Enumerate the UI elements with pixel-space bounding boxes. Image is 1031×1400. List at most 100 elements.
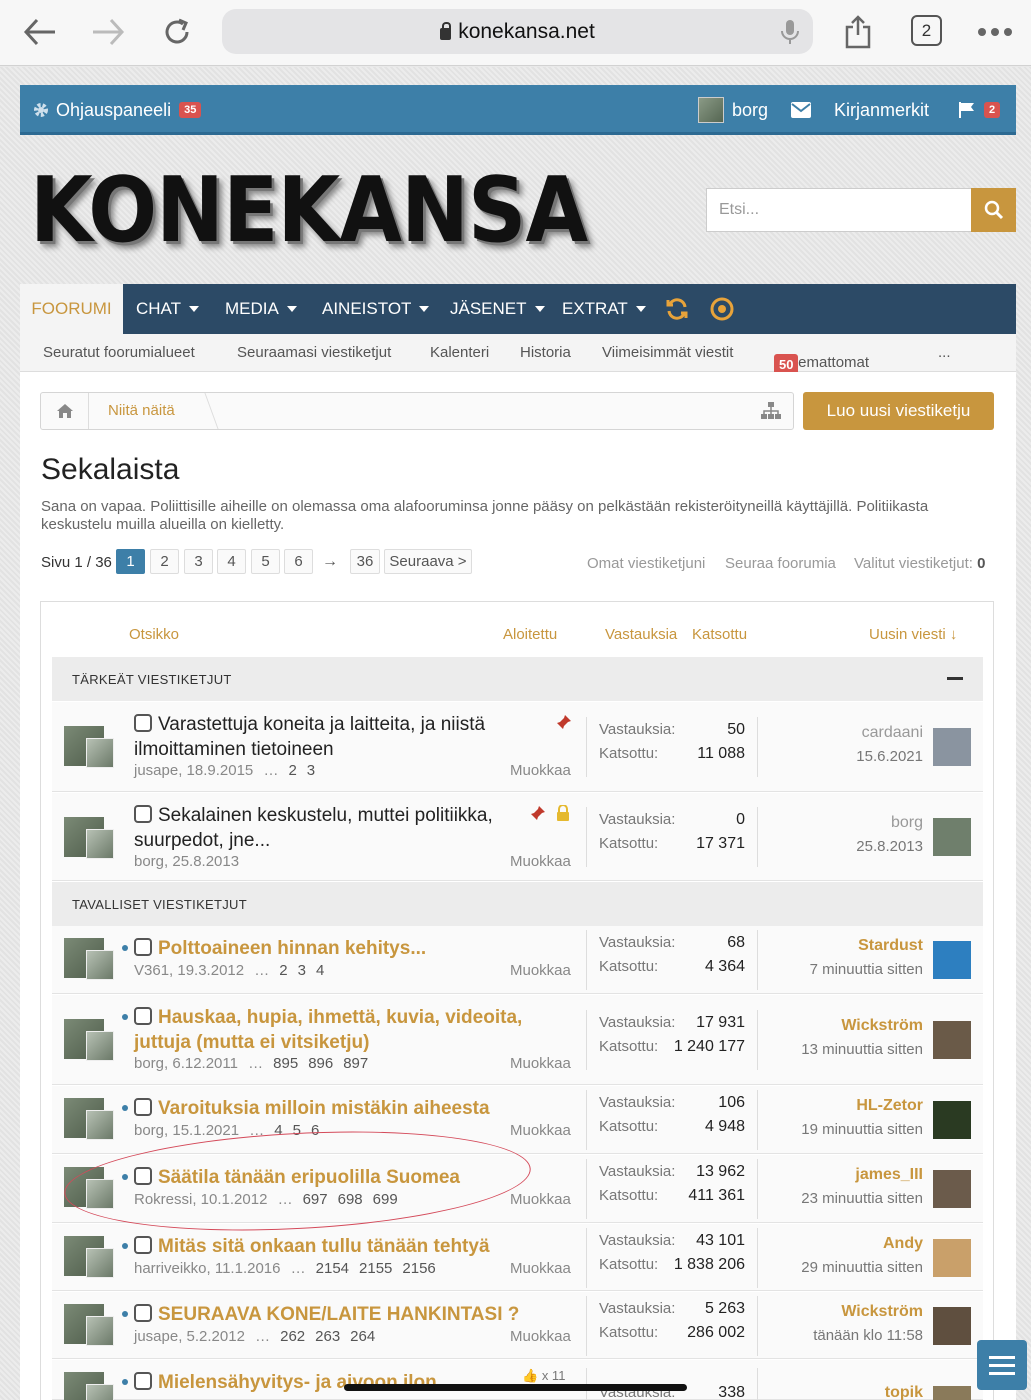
- thread-page-link[interactable]: 896: [308, 1055, 333, 1072]
- thread-title[interactable]: Polttoaineen hinnan kehitys...: [158, 936, 426, 961]
- home-icon[interactable]: [41, 393, 89, 429]
- latest-user[interactable]: Wickström: [801, 1017, 923, 1035]
- latest-post[interactable]: Stardust 7 minuuttia sitten: [810, 937, 923, 978]
- thread-checkbox[interactable]: [134, 1007, 152, 1025]
- tab-aineistot[interactable]: AINEISTOT: [322, 284, 430, 334]
- thread-page-link[interactable]: 264: [350, 1328, 375, 1345]
- thread-page-link[interactable]: 4: [316, 962, 324, 979]
- thread-author[interactable]: jusape, 5.2.2012: [134, 1328, 245, 1345]
- tab-chat[interactable]: CHAT: [136, 284, 200, 334]
- thread-title[interactable]: SEURAAVA KONE/LAITE HANKINTASI ?: [158, 1302, 519, 1327]
- latest-avatar[interactable]: [933, 941, 971, 979]
- reload-icon[interactable]: [157, 12, 197, 52]
- follow-forum-link[interactable]: Seuraa foorumia: [725, 555, 836, 572]
- thread-row[interactable]: Hauskaa, hupia, ihmettä, kuvia, videoita…: [52, 995, 983, 1085]
- share-icon[interactable]: [838, 12, 878, 52]
- col-latest[interactable]: Uusin viesti ↓: [869, 626, 957, 643]
- thread-row[interactable]: Sekalainen keskustelu, muttei politiikka…: [52, 793, 983, 881]
- subnav-followed-forums[interactable]: Seuratut foorumialueet: [43, 344, 195, 361]
- thread-page-link[interactable]: 3: [298, 962, 306, 979]
- latest-time[interactable]: 19 minuuttia sitten: [801, 1121, 923, 1138]
- collapse-icon[interactable]: [947, 677, 963, 680]
- latest-time[interactable]: 15.6.2021: [856, 748, 923, 765]
- selected-threads[interactable]: Valitut viestiketjut: 0: [854, 555, 985, 572]
- thread-checkbox[interactable]: [134, 938, 152, 956]
- thread-checkbox[interactable]: [134, 1372, 152, 1390]
- edit-link[interactable]: Muokkaa: [510, 1328, 571, 1345]
- thread-checkbox[interactable]: [134, 805, 152, 823]
- col-started[interactable]: Aloitettu: [503, 626, 557, 643]
- new-thread-button[interactable]: Luo uusi viestiketju: [803, 392, 994, 430]
- latest-avatar[interactable]: [933, 818, 971, 856]
- subnav-history[interactable]: Historia: [520, 344, 571, 361]
- col-replies[interactable]: Vastauksia: [605, 626, 677, 643]
- thread-title[interactable]: Mielensähyvitys- ja aivoon ilon: [158, 1370, 437, 1395]
- latest-time[interactable]: 23 minuuttia sitten: [801, 1190, 923, 1207]
- tab-jasenet[interactable]: JÄSENET: [450, 284, 545, 334]
- alerts-button[interactable]: 2: [958, 85, 1001, 135]
- latest-post[interactable]: topik: [885, 1384, 923, 1400]
- latest-time[interactable]: tänään klo 11:58: [813, 1327, 923, 1344]
- latest-avatar[interactable]: [933, 728, 971, 766]
- avatar[interactable]: [64, 1236, 116, 1280]
- thread-author[interactable]: borg, 25.8.2013: [134, 853, 239, 870]
- latest-post[interactable]: Wickström 13 minuuttia sitten: [801, 1017, 923, 1058]
- page-5[interactable]: 5: [251, 549, 280, 574]
- thread-checkbox[interactable]: [134, 714, 152, 732]
- latest-post[interactable]: HL-Zetor 19 minuuttia sitten: [801, 1097, 923, 1138]
- forward-arrow-icon[interactable]: [88, 12, 128, 52]
- edit-link[interactable]: Muokkaa: [510, 1260, 571, 1277]
- thread-page-link[interactable]: 2154: [316, 1260, 349, 1277]
- tab-extrat[interactable]: EXTRAT: [562, 284, 646, 334]
- thread-title[interactable]: Hauskaa, hupia, ihmettä, kuvia, videoita…: [134, 1005, 522, 1055]
- subnav-more[interactable]: ...: [938, 344, 951, 361]
- breadcrumb-item[interactable]: Niitä näitä: [108, 402, 175, 419]
- latest-avatar[interactable]: [933, 1306, 971, 1345]
- microphone-icon[interactable]: [770, 12, 810, 52]
- latest-time[interactable]: 7 minuuttia sitten: [810, 961, 923, 978]
- avatar[interactable]: [64, 1372, 116, 1400]
- thread-page-link[interactable]: 895: [273, 1055, 298, 1072]
- more-menu-icon[interactable]: [975, 12, 1015, 52]
- thread-row[interactable]: Polttoaineen hinnan kehitys... V361, 19.3…: [52, 926, 983, 994]
- latest-user[interactable]: HL-Zetor: [801, 1097, 923, 1115]
- subnav-followed-threads[interactable]: Seuraamasi viestiketjut: [237, 344, 391, 361]
- thread-author[interactable]: borg, 6.12.2011: [134, 1055, 238, 1072]
- tab-media[interactable]: MEDIA: [225, 284, 297, 334]
- edit-link[interactable]: Muokkaa: [510, 1055, 571, 1072]
- next-page-button[interactable]: Seuraava >: [384, 549, 472, 574]
- thread-page-link[interactable]: 262: [280, 1328, 305, 1345]
- page-4[interactable]: 4: [217, 549, 246, 574]
- latest-avatar[interactable]: [933, 1101, 971, 1139]
- latest-avatar[interactable]: [933, 1238, 971, 1277]
- thread-title[interactable]: Varastettuja koneita ja laitteita, ja ni…: [134, 712, 485, 762]
- back-arrow-icon[interactable]: [20, 12, 60, 52]
- menu-button[interactable]: [977, 1340, 1027, 1390]
- latest-time[interactable]: 29 minuuttia sitten: [801, 1259, 923, 1276]
- thread-checkbox[interactable]: [134, 1236, 152, 1254]
- latest-time[interactable]: 13 minuuttia sitten: [801, 1041, 923, 1058]
- thread-page-link[interactable]: 2: [288, 762, 296, 779]
- latest-post[interactable]: james_III 23 minuuttia sitten: [801, 1166, 923, 1207]
- latest-avatar[interactable]: [933, 1021, 971, 1059]
- tab-foorumi[interactable]: FOORUMI: [20, 284, 123, 334]
- latest-user[interactable]: Andy: [801, 1235, 923, 1253]
- address-bar[interactable]: konekansa.net: [222, 9, 813, 54]
- avatar[interactable]: [64, 1098, 116, 1142]
- site-logo[interactable]: KONEKANSA: [30, 158, 588, 263]
- thread-author[interactable]: harriveikko, 11.1.2016: [134, 1260, 280, 1277]
- thread-checkbox[interactable]: [134, 1304, 152, 1322]
- search-input[interactable]: Etsi...: [706, 188, 972, 232]
- thread-title[interactable]: Varoituksia milloin mistäkin aiheesta: [158, 1096, 490, 1121]
- thread-page-link[interactable]: 3: [307, 762, 315, 779]
- page-last[interactable]: 36: [350, 549, 380, 574]
- thread-page-link[interactable]: 263: [315, 1328, 340, 1345]
- thread-page-link[interactable]: 2: [279, 962, 287, 979]
- col-views[interactable]: Katsottu: [692, 626, 747, 643]
- page-2[interactable]: 2: [150, 549, 179, 574]
- thread-page-link[interactable]: 897: [343, 1055, 368, 1072]
- thread-author[interactable]: V361, 19.3.2012: [134, 962, 244, 979]
- latest-avatar[interactable]: [933, 1386, 971, 1400]
- thread-row[interactable]: Varastettuja koneita ja laitteita, ja ni…: [52, 702, 983, 792]
- edit-link[interactable]: Muokkaa: [510, 853, 571, 870]
